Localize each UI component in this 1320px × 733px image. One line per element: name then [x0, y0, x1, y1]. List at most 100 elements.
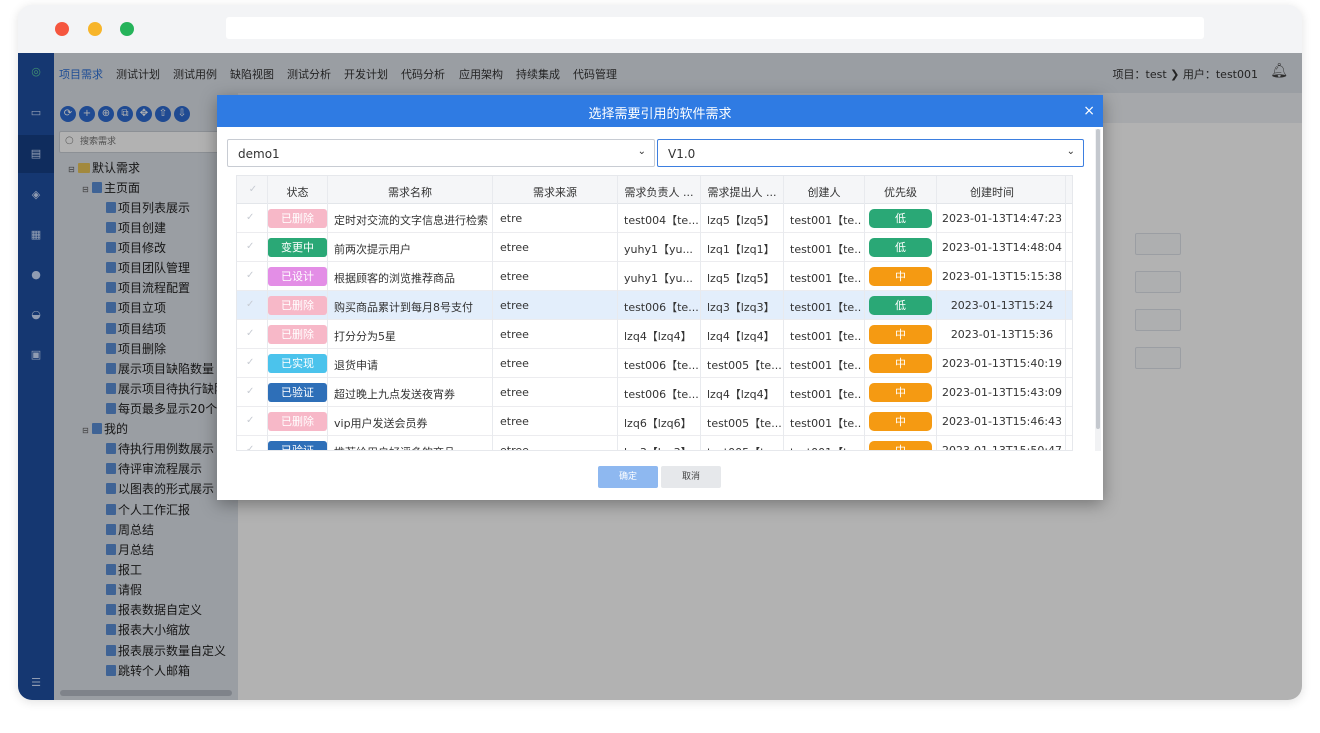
version-select-value: V1.0: [668, 147, 696, 161]
maximize-window-button[interactable]: [120, 22, 134, 36]
address-bar[interactable]: [226, 17, 1204, 39]
cell-proposer: lzq3【lzq3】: [707, 301, 775, 314]
browser-window: ◎ ▭ ▤ ◈ ▦ ● ◒ ▣ ☰ 项目需求 测试计划 测试用例 缺陷视图 测试…: [18, 5, 1302, 700]
cell-name: 推荐给用户好评多的商品: [334, 444, 490, 450]
row-checkbox[interactable]: ✓: [246, 299, 254, 310]
priority-badge: 中: [869, 354, 932, 373]
column-header[interactable]: 需求名称: [328, 184, 492, 200]
minimize-window-button[interactable]: [88, 22, 102, 36]
cell-owner: yuhy1【yu...: [624, 272, 693, 285]
table-row[interactable]: ✓ 变更中 前两次提示用户 etree yuhy1【yu... lzq1【lzq1】 tes…: [237, 233, 1072, 262]
column-header[interactable]: 需求负责人 ...: [618, 184, 700, 200]
cell-created: 2023-01-13T14:47:23: [942, 212, 1062, 225]
chevron-down-icon: ⌄: [637, 146, 646, 157]
select-all-checkbox[interactable]: ✓: [246, 184, 260, 195]
cell-source: etree: [500, 357, 529, 370]
dialog-title: 选择需要引用的软件需求: [588, 107, 732, 122]
cell-creator: test001【te...: [790, 301, 862, 314]
cell-name: 根据顾客的浏览推荐商品: [334, 272, 455, 285]
cell-source: etree: [500, 241, 529, 254]
table-row[interactable]: ✓ 已实现 退货申请 etree test006【te... test005【te... t…: [237, 349, 1072, 378]
cell-creator: test001【te...: [790, 214, 862, 227]
row-checkbox[interactable]: ✓: [246, 270, 254, 281]
version-select[interactable]: V1.0 ⌄: [657, 139, 1084, 167]
status-badge: 已验证: [268, 441, 327, 450]
cell-creator: test001【te...: [790, 243, 862, 256]
status-badge: 已设计: [268, 267, 327, 286]
table-row[interactable]: ✓ 已删除 购买商品累计到每月8号支付 etree test006【te... lzq3【…: [237, 291, 1072, 320]
table-row[interactable]: ✓ 已设计 根据顾客的浏览推荐商品 etree yuhy1【yu... lzq5【lzq5…: [237, 262, 1072, 291]
cancel-button[interactable]: 取消: [661, 466, 721, 488]
table-header: ✓ 状态 需求名称 需求来源 需求负责人 ... 需求提出人 ... 创建人 优…: [237, 176, 1072, 204]
status-badge: 变更中: [268, 238, 327, 257]
row-checkbox[interactable]: ✓: [246, 386, 254, 397]
row-checkbox[interactable]: ✓: [246, 241, 254, 252]
dialog-header: 选择需要引用的软件需求 ×: [217, 95, 1103, 127]
chevron-down-icon: ⌄: [1066, 146, 1075, 157]
column-header[interactable]: 状态: [268, 184, 327, 200]
priority-badge: 低: [869, 238, 932, 257]
priority-badge: 中: [869, 267, 932, 286]
table-row[interactable]: ✓ 已删除 vip用户发送会员券 etree lzq6【lzq6】 test005【te.…: [237, 407, 1072, 436]
dialog-scrollbar[interactable]: [1096, 129, 1100, 429]
row-checkbox[interactable]: ✓: [246, 357, 254, 368]
window-titlebar: [18, 5, 1302, 53]
confirm-button[interactable]: 确定: [598, 466, 658, 488]
row-checkbox[interactable]: ✓: [246, 444, 254, 450]
cell-name: 超过晚上九点发送夜宵券: [334, 388, 455, 401]
priority-badge: 中: [869, 441, 932, 450]
column-header[interactable]: 需求来源: [493, 184, 617, 200]
priority-badge: 低: [869, 209, 932, 228]
table-row[interactable]: ✓ 已验证 超过晚上九点发送夜宵券 etree test006【te... lzq4【lz…: [237, 378, 1072, 407]
cell-proposer: lzq5【lzq5】: [707, 214, 775, 227]
cell-proposer: test005【te...: [707, 417, 781, 430]
cell-created: 2023-01-13T15:15:38: [942, 270, 1062, 283]
cell-creator: test001【te...: [790, 330, 862, 343]
table-row[interactable]: ✓ 已删除 定时对交流的文字信息进行检索 etre test004【te... lzq5【…: [237, 204, 1072, 233]
cell-owner: test006【te...: [624, 301, 698, 314]
cell-name: 购买商品累计到每月8号支付: [334, 301, 473, 314]
row-checkbox[interactable]: ✓: [246, 212, 254, 223]
cell-name: 退货申请: [334, 359, 378, 372]
cell-proposer: lzq4【lzq4】: [707, 330, 775, 343]
column-header[interactable]: 需求提出人 ...: [701, 184, 783, 200]
cell-created: 2023-01-13T15:43:09: [942, 386, 1062, 399]
priority-badge: 中: [869, 325, 932, 344]
cell-source: etree: [500, 444, 529, 451]
table-row[interactable]: ✓ 已删除 打分分为5星 etree lzq4【lzq4】 lzq4【lzq4】 test0…: [237, 320, 1072, 349]
cell-source: etree: [500, 270, 529, 283]
table-row[interactable]: ✓ 已验证 推荐给用户好评多的商品 etree lzq3【lzq3】 test005【te…: [237, 436, 1072, 451]
cell-name: 定时对交流的文字信息进行检索: [334, 214, 488, 227]
cell-creator: test001【te...: [790, 359, 862, 372]
priority-badge: 中: [869, 412, 932, 431]
requirement-picker-dialog: 选择需要引用的软件需求 × demo1 ⌄ V1.0 ⌄ ✓ 状态 需求名称 需…: [217, 95, 1103, 500]
column-header[interactable]: 创建人: [784, 184, 864, 200]
cell-owner: test006【te...: [624, 359, 698, 372]
cell-owner: lzq4【lzq4】: [624, 330, 692, 343]
status-badge: 已实现: [268, 354, 327, 373]
cell-source: etree: [500, 386, 529, 399]
cell-creator: test001【te...: [790, 388, 862, 401]
project-select-value: demo1: [238, 147, 280, 161]
row-checkbox[interactable]: ✓: [246, 415, 254, 426]
close-window-button[interactable]: [55, 22, 69, 36]
project-select[interactable]: demo1 ⌄: [227, 139, 655, 167]
cell-proposer: lzq5【lzq5】: [707, 272, 775, 285]
priority-badge: 低: [869, 296, 932, 315]
cell-created: 2023-01-13T15:24: [950, 299, 1054, 312]
column-header[interactable]: 创建时间: [937, 184, 1047, 200]
row-checkbox[interactable]: ✓: [246, 328, 254, 339]
close-icon[interactable]: ×: [1083, 103, 1095, 119]
column-header[interactable]: 优先级: [865, 184, 936, 200]
cell-proposer: test005【te...: [707, 359, 781, 372]
status-badge: 已删除: [268, 209, 327, 228]
cell-owner: test004【te...: [624, 214, 698, 227]
cell-owner: yuhy1【yu...: [624, 243, 693, 256]
cell-proposer: lzq4【lzq4】: [707, 388, 775, 401]
cell-name: 前两次提示用户: [334, 243, 411, 256]
cell-created: 2023-01-13T15:50:47: [942, 444, 1062, 451]
status-badge: 已验证: [268, 383, 327, 402]
requirement-table: ✓ 状态 需求名称 需求来源 需求负责人 ... 需求提出人 ... 创建人 优…: [236, 175, 1073, 451]
cell-created: 2023-01-13T15:46:43: [942, 415, 1062, 428]
cell-creator: test001【te...: [790, 417, 862, 430]
